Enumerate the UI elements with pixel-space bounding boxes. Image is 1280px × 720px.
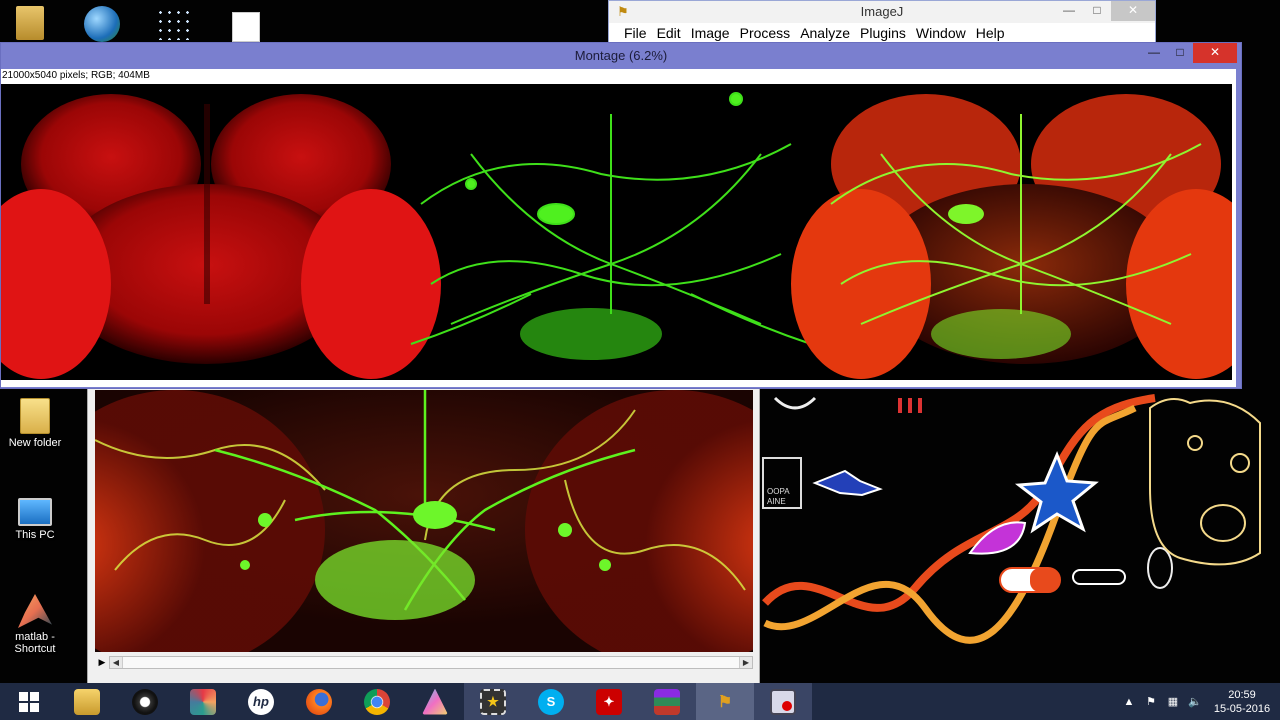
brain-merge-graphic xyxy=(95,390,753,652)
doodle-cell-organelle xyxy=(1187,435,1203,451)
brain-merge-image[interactable] xyxy=(95,390,753,652)
doodle-ellipse xyxy=(1147,547,1173,589)
scroll-left-arrow-icon[interactable]: ◀ xyxy=(110,657,122,668)
file-explorer-icon xyxy=(74,688,100,715)
doodle-squiggle xyxy=(773,396,817,410)
skype-icon: S xyxy=(538,688,564,715)
taskbar-file-explorer[interactable] xyxy=(58,683,116,720)
clock-time: 20:59 xyxy=(1228,688,1256,701)
menu-file[interactable]: File xyxy=(619,23,652,43)
volume-icon[interactable]: 🔈 xyxy=(1184,695,1206,708)
doodle-blue-hand xyxy=(812,469,883,497)
firefox-icon xyxy=(306,688,332,715)
menu-process[interactable]: Process xyxy=(735,23,796,43)
show-hidden-icons-icon[interactable]: ▲ xyxy=(1118,696,1140,708)
minimize-button[interactable]: — xyxy=(1055,1,1083,21)
maximize-button[interactable]: □ xyxy=(1167,43,1193,63)
taskbar-skype[interactable]: S xyxy=(522,683,580,720)
imagej-icon: ⚑ xyxy=(717,693,733,711)
folder-icon xyxy=(20,398,50,434)
horizontal-scrollbar[interactable]: ◀ ▶ xyxy=(109,655,753,669)
desktop-icon-label: This PC xyxy=(15,529,55,541)
image-info-text: 21000x5040 pixels; RGB; 404MB xyxy=(2,70,150,81)
montage-window[interactable]: Montage (6.2%) — □ ✕ 21000x5040 pixels; … xyxy=(0,42,1266,389)
taskbar-movie-maker[interactable]: ★ xyxy=(464,683,522,720)
desktop-icon-label: matlab - Shortcut xyxy=(14,631,56,655)
maximize-button[interactable]: □ xyxy=(1083,1,1111,21)
taskbar-chrome[interactable] xyxy=(348,683,406,720)
menu-plugins[interactable]: Plugins xyxy=(855,23,911,43)
wallpaper-doodles: OOPA AINE xyxy=(762,394,1261,644)
montage-panel-green xyxy=(410,92,812,360)
montage-graphic xyxy=(0,92,1266,379)
menu-window[interactable]: Window xyxy=(911,23,971,43)
desktop-icon-this-pc[interactable]: This PC xyxy=(0,498,70,541)
windows-logo-icon xyxy=(19,691,39,712)
start-button[interactable] xyxy=(0,683,58,720)
doodle-sign-text: OOPA xyxy=(767,487,790,496)
taskbar-acrobat[interactable]: ✦ xyxy=(580,683,638,720)
prism-icon xyxy=(422,688,448,715)
menu-analyze[interactable]: Analyze xyxy=(795,23,855,43)
network-icon[interactable]: ▦ xyxy=(1162,695,1184,708)
computer-icon xyxy=(18,498,52,526)
taskbar-firefox[interactable] xyxy=(290,683,348,720)
taskbar: hp ★ S ✦ ⚑ ▲ ⚑ ▦ 🔈 20:59 15-05-2016 xyxy=(0,683,1280,720)
scrollbar-thumb[interactable] xyxy=(122,656,740,668)
montage-title: Montage (6.2%) xyxy=(574,48,668,63)
menu-edit[interactable]: Edit xyxy=(652,23,686,43)
desktop-icon-partial-3[interactable] xyxy=(156,8,192,40)
taskbar-photo-app[interactable] xyxy=(174,683,232,720)
scroll-right-arrow-icon[interactable]: ▶ xyxy=(740,657,752,668)
winrar-icon xyxy=(654,688,680,715)
desktop-icon-new-folder[interactable]: New folder xyxy=(0,398,70,449)
imagej-menubar: File Edit Image Process Analyze Plugins … xyxy=(609,23,1155,43)
taskbar-prism[interactable] xyxy=(406,683,464,720)
imagej-window[interactable]: ⚑ ImageJ — □ ✕ File Edit Image Process A… xyxy=(608,0,1156,44)
image-scrollbar-row: ▶ ◀ ▶ xyxy=(95,655,753,669)
close-button[interactable]: ✕ xyxy=(1111,1,1155,21)
imagej-titlebar[interactable]: ⚑ ImageJ — □ ✕ xyxy=(609,1,1155,23)
movie-maker-icon: ★ xyxy=(480,688,506,715)
doodle-cell-nucleus xyxy=(1200,504,1246,542)
montage-panel-red xyxy=(0,94,441,379)
doodle-sign-text-2: AINE xyxy=(767,497,786,506)
montage-client-area: 21000x5040 pixels; RGB; 404MB xyxy=(0,69,1266,387)
desktop-icon-matlab[interactable]: matlab - Shortcut xyxy=(0,594,70,655)
play-animation-button[interactable]: ▶ xyxy=(95,657,109,668)
clock-date: 15-05-2016 xyxy=(1213,702,1271,715)
recorder-icon xyxy=(770,688,796,715)
doodle-cell-organelle-2 xyxy=(1230,453,1250,473)
taskbar-winrar[interactable] xyxy=(638,683,696,720)
desktop-icon-partial-2[interactable] xyxy=(84,6,120,42)
desktop-icon-label: New folder xyxy=(8,437,62,449)
montage-image[interactable] xyxy=(0,84,1266,380)
system-tray: ▲ ⚑ ▦ 🔈 20:59 15-05-2016 xyxy=(1118,683,1280,720)
taskbar-recorder[interactable] xyxy=(754,683,812,720)
doodle-pill xyxy=(1072,569,1126,585)
montage-titlebar[interactable]: Montage (6.2%) — □ ✕ xyxy=(1,43,1241,69)
montage-panel-merge xyxy=(791,94,1266,379)
clock[interactable]: 20:59 15-05-2016 xyxy=(1212,688,1272,716)
minimize-button[interactable]: — xyxy=(1141,43,1167,63)
taskbar-hp[interactable]: hp xyxy=(232,683,290,720)
taskbar-media[interactable] xyxy=(116,683,174,720)
media-icon xyxy=(132,688,158,715)
doodle-capsule-half xyxy=(1030,568,1060,592)
taskbar-imagej[interactable]: ⚑ xyxy=(696,683,754,720)
photo-app-icon xyxy=(190,688,216,715)
menu-help[interactable]: Help xyxy=(971,23,1010,43)
close-button[interactable]: ✕ xyxy=(1193,43,1237,63)
action-center-flag-icon[interactable]: ⚑ xyxy=(1140,695,1162,708)
desktop-icon-partial-1[interactable] xyxy=(16,6,44,40)
desktop-icon-partial-4[interactable] xyxy=(232,12,260,42)
doodle-cell xyxy=(1149,398,1261,566)
chrome-icon xyxy=(364,688,390,715)
hp-icon: hp xyxy=(248,688,274,715)
menu-image[interactable]: Image xyxy=(686,23,735,43)
image-window[interactable]: ▶ ◀ ▶ xyxy=(87,380,760,683)
matlab-icon xyxy=(18,594,52,628)
doodle-red-lines xyxy=(898,398,922,413)
acrobat-icon: ✦ xyxy=(596,688,622,715)
